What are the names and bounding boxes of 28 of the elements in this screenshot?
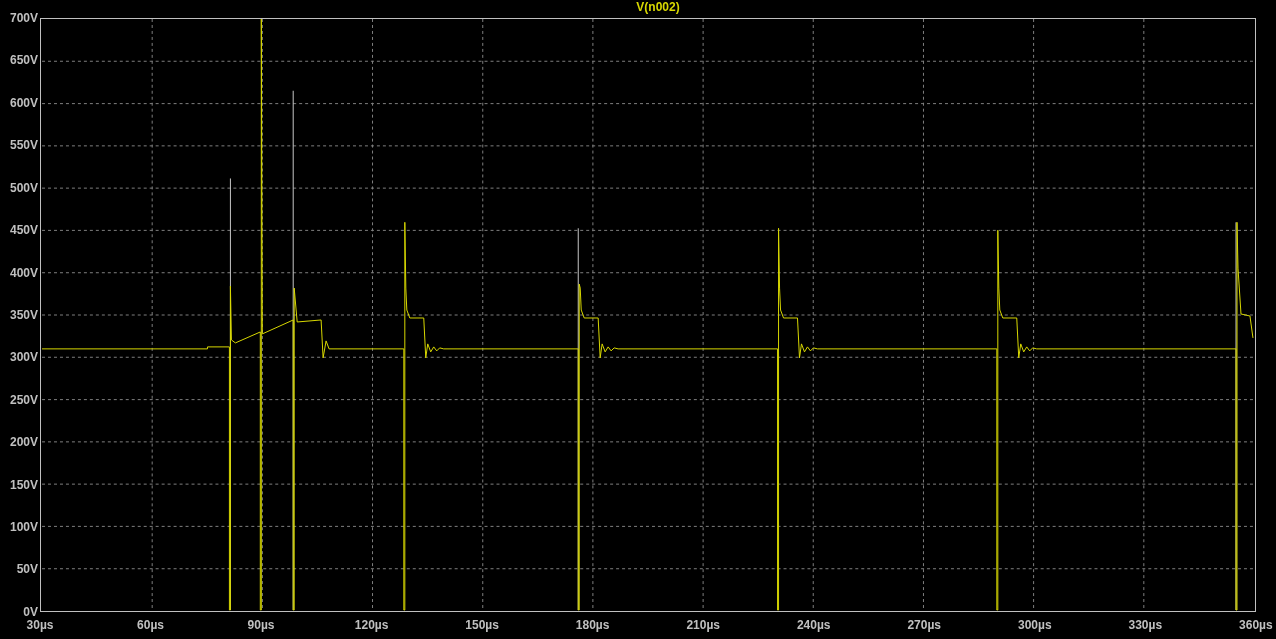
x-axis-label: 120µs [353,618,390,632]
x-axis-label: 90µs [246,618,276,632]
y-axis-label: 400V [9,265,39,280]
x-axis-label: 210µs [685,618,721,632]
y-axis-label: 450V [9,223,39,238]
y-axis-label: 350V [9,307,39,322]
y-axis-label: 150V [9,477,39,492]
y-axis-label: 600V [9,95,39,110]
x-axis-label: 60µs [136,618,165,632]
x-axis-label: 30µs [25,618,55,632]
x-axis-label: 150µs [464,618,500,632]
y-axis-label: 0V [23,604,39,619]
y-axis-label: 650V [9,53,39,68]
x-axis-label: 300µs [1016,618,1053,632]
y-axis-label: 700V [9,11,39,25]
x-axis-label: 360µs [1238,618,1274,632]
y-axis-label: 250V [9,392,39,407]
y-axis-label: 300V [9,350,39,365]
y-axis-label: 500V [9,180,39,195]
x-axis-label: 330µs [1127,618,1164,632]
trace-title: V(n002) [636,0,680,15]
x-axis-label: 270µs [906,618,943,632]
x-axis-label: 240µs [795,618,832,632]
x-axis-label: 180µs [574,618,611,632]
y-axis-label: 550V [9,138,39,153]
y-axis-label: 100V [9,520,39,535]
y-axis-label: 50V [16,562,39,577]
y-axis-label: 200V [9,435,39,450]
